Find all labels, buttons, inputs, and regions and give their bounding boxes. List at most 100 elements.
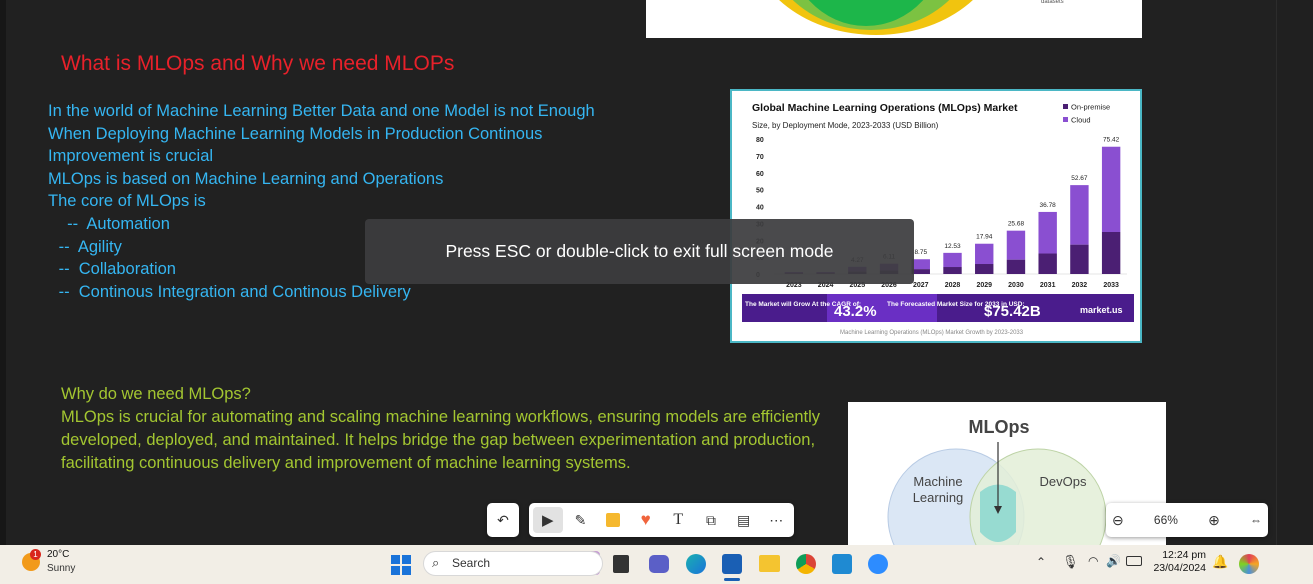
- undo-button[interactable]: ↶: [488, 507, 518, 533]
- venn-left-1: Machine: [913, 474, 962, 489]
- venn-right: DevOps: [1040, 474, 1087, 489]
- clock-time: 12:24 pm: [1162, 549, 1206, 561]
- bell-icon[interactable]: 🔔: [1212, 554, 1228, 570]
- fullscreen-exit-overlay[interactable]: Press ESC or double-click to exit full s…: [365, 219, 914, 284]
- chart-footer: [742, 294, 1134, 322]
- market-chart-card: Global Machine Learning Operations (MLOp…: [730, 89, 1142, 343]
- bar-value-label: 36.78: [1040, 202, 1057, 209]
- bullet-line: -- Continous Integration and Continous D…: [54, 282, 411, 301]
- right-side-panel: [1276, 0, 1313, 545]
- text-tool-button[interactable]: T: [664, 507, 694, 533]
- venn-left-2: Learning: [913, 490, 964, 505]
- app-icon-terminal[interactable]: [613, 555, 629, 573]
- windows-start-icon[interactable]: [391, 555, 411, 575]
- app-icon-vscode[interactable]: [832, 554, 852, 574]
- shapes-tool-button[interactable]: ⧉: [696, 507, 726, 533]
- battery-icon[interactable]: [1126, 556, 1142, 566]
- bar-cloud: [1038, 211, 1057, 254]
- bar-value-label: 25.68: [1008, 221, 1025, 228]
- bar-value-label: 75.42: [1103, 137, 1120, 144]
- x-tick-label: 2030: [1008, 282, 1024, 289]
- undo-toolbar: ↶: [487, 503, 519, 537]
- heart-icon: ♥: [640, 510, 651, 529]
- weather-badge: 1: [30, 549, 41, 560]
- bar-onprem: [943, 267, 962, 274]
- zoom-out-button[interactable]: ⊖: [1112, 512, 1124, 529]
- legend-cloud: Cloud: [1071, 116, 1091, 125]
- app-icon-zoom[interactable]: [868, 554, 888, 574]
- x-tick-label: 2027: [913, 282, 929, 289]
- app-icon-teams[interactable]: [649, 555, 669, 573]
- bar-onprem: [1070, 244, 1089, 274]
- weather-temperature: 20°C: [47, 549, 70, 560]
- bullet-line: In the world of Machine Learning Better …: [48, 102, 595, 120]
- system-clock[interactable]: 12:24 pm 23/04/2024: [1148, 549, 1206, 575]
- chart-subtitle: Size, by Deployment Mode, 2023-2033 (USD…: [752, 121, 939, 130]
- clock-date: 23/04/2024: [1153, 562, 1206, 574]
- slide-canvas: datasets What is MLOps and Why we need M…: [0, 0, 1276, 545]
- y-tick-label: 50: [756, 188, 764, 195]
- legend-swatch-cloud: [1063, 117, 1068, 122]
- undo-icon: ↶: [497, 511, 509, 528]
- more-tools-button[interactable]: ⋯: [761, 507, 791, 533]
- bar-onprem: [975, 264, 994, 274]
- reaction-button[interactable]: ♥: [631, 507, 661, 533]
- bar-value-label: 12.53: [944, 243, 961, 250]
- weather-condition: Sunny: [47, 563, 76, 574]
- chart-caption: Machine Learning Operations (MLOps) Mark…: [840, 330, 1024, 336]
- x-tick-label: 2029: [976, 282, 992, 289]
- bar-value-label: 52.67: [1071, 175, 1088, 182]
- bar-value-label: 8.75: [914, 249, 927, 256]
- copilot-icon[interactable]: [1239, 554, 1259, 574]
- microphone-icon[interactable]: 🎙: [1062, 554, 1079, 570]
- x-tick-label: 2032: [1072, 282, 1088, 289]
- sticky-note-button[interactable]: [598, 507, 628, 533]
- bar-cloud: [911, 259, 930, 270]
- bar-cloud: [1101, 146, 1121, 233]
- annotation-toolbar: ▶ ✎ ♥ T ⧉ ▤ ⋯: [529, 503, 794, 537]
- volume-icon[interactable]: 🔊: [1106, 554, 1121, 568]
- bar-cloud: [1006, 230, 1026, 260]
- zoom-toolbar: ⊖ 66% ⊕ ⇔: [1106, 503, 1268, 537]
- slide-title: What is MLOps and Why we need MLOPs: [61, 52, 455, 75]
- fit-to-screen-button[interactable]: ⇔: [1250, 513, 1262, 527]
- chevron-up-icon[interactable]: ⌃: [1036, 555, 1046, 569]
- footer-cagr: 43.2%: [834, 303, 877, 320]
- select-tool-button[interactable]: ▶: [533, 507, 563, 533]
- wifi-icon[interactable]: ◠: [1088, 554, 1098, 568]
- bar-onprem: [1101, 232, 1121, 274]
- pen-tool-button[interactable]: ✎: [566, 507, 596, 533]
- bar-onprem: [1006, 259, 1026, 274]
- zoom-in-button[interactable]: ⊕: [1208, 512, 1220, 529]
- footer-size: $75.42B: [984, 303, 1041, 320]
- x-tick-label: 2028: [945, 282, 961, 289]
- shapes-icon: ⧉: [705, 511, 716, 528]
- bullet-line: When Deploying Machine Learning Models i…: [48, 124, 543, 143]
- template-tool-button[interactable]: ▤: [729, 507, 759, 533]
- app-icon-file-explorer[interactable]: [759, 555, 780, 572]
- sticky-note-icon: [606, 513, 621, 527]
- window-left-edge: [0, 0, 6, 545]
- taskbar: 1 ⌃ 🎙 ◠ 🔊 🔔: [0, 545, 1313, 584]
- why-heading: Why do we need MLOps?: [61, 385, 251, 403]
- zoom-level: 66%: [1153, 513, 1178, 527]
- bar-cloud: [975, 243, 994, 265]
- app-icon-chrome[interactable]: [796, 554, 816, 574]
- venn-title: MLOps: [969, 417, 1030, 437]
- text-icon: T: [673, 511, 684, 528]
- y-tick-label: 70: [756, 154, 764, 161]
- legend-onprem: On-premise: [1071, 103, 1110, 112]
- taskbar-search[interactable]: ⌕: [423, 551, 603, 576]
- app-icon-whiteboard[interactable]: [722, 554, 742, 574]
- bar-cloud: [943, 252, 962, 268]
- active-app-indicator: [724, 578, 740, 581]
- y-tick-label: 60: [756, 171, 764, 178]
- why-section: Why do we need MLOps? MLOps is crucial f…: [61, 383, 851, 475]
- venn-top-image: datasets: [646, 0, 1142, 38]
- chart-title: Global Machine Learning Operations (MLOp…: [752, 102, 1018, 114]
- x-tick-label: 2033: [1103, 282, 1119, 289]
- more-icon: ⋯: [769, 511, 784, 528]
- y-tick-label: 80: [756, 137, 764, 144]
- template-icon: ▤: [736, 511, 751, 528]
- app-icon-edge[interactable]: [686, 554, 706, 574]
